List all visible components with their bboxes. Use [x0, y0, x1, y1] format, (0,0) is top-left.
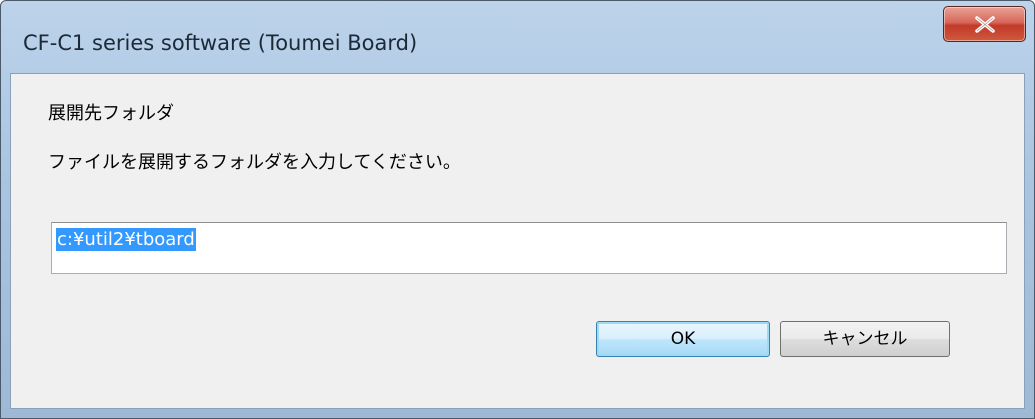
- cancel-button[interactable]: キャンセル: [780, 321, 950, 357]
- folder-path-input[interactable]: c:¥util2¥tboard: [51, 222, 1007, 274]
- folder-path-value: c:¥util2¥tboard: [56, 228, 196, 251]
- title-bar[interactable]: CF-C1 series software (Toumei Board): [1, 1, 1034, 73]
- close-icon: [975, 16, 995, 33]
- dialog-body: 展開先フォルダ ファイルを展開するフォルダを入力してください。 c:¥util2…: [10, 73, 1025, 409]
- window-title: CF-C1 series software (Toumei Board): [23, 31, 418, 55]
- dialog-window: CF-C1 series software (Toumei Board) 展開先…: [0, 0, 1035, 419]
- folder-heading: 展開先フォルダ: [48, 103, 174, 124]
- instruction-text: ファイルを展開するフォルダを入力してください。: [48, 152, 461, 173]
- ok-button[interactable]: OK: [596, 321, 770, 357]
- close-button[interactable]: [943, 6, 1026, 42]
